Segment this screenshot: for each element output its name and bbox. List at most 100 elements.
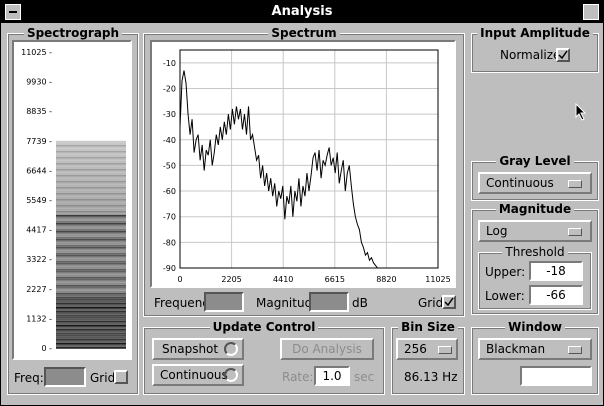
y-tick-label: -40: [163, 136, 176, 145]
continuous-button[interactable]: Continuous: [152, 364, 244, 386]
spectrograph-band: [56, 178, 126, 181]
spectrum-chart: 0 2205 4410 6615 8820 11025 -10 -20 -30 -40 -50 -60…: [163, 49, 451, 284]
spectrograph-band: [56, 272, 126, 275]
frequency-readout: [204, 292, 244, 312]
spectrograph-band: [56, 276, 126, 279]
bin-size-value: 256: [404, 342, 427, 356]
spectrograph-band: [56, 186, 126, 189]
menu-dash-icon: [9, 11, 17, 13]
x-tick-label: 8820: [376, 275, 396, 284]
magnitude-value: Log: [486, 224, 508, 238]
spectrograph-band: [56, 158, 126, 161]
spectrograph-band: [56, 280, 126, 283]
spectrograph-group: Spectrograph 11025 - 9930 - 8835 - 7739 - 66…: [7, 26, 139, 395]
spectrograph-band: [56, 176, 126, 179]
update-control-group: Update Control Snapshot Continuous Do An…: [143, 320, 385, 395]
spectrograph-tick-label: 7739 -: [26, 137, 52, 146]
spectrum-grid-checkbox[interactable]: [442, 295, 456, 309]
spectrograph-band: [56, 242, 126, 245]
rate-unit: sec: [354, 370, 375, 384]
spectrum-grid-label: Grid: [418, 296, 444, 310]
spectrograph-band: [56, 330, 126, 333]
bin-size-select[interactable]: 256: [396, 338, 458, 360]
magnitude-select[interactable]: Log: [478, 220, 592, 242]
spectrograph-band: [56, 162, 126, 165]
spectrograph-band: [56, 264, 126, 267]
window-select[interactable]: Blackman: [478, 338, 592, 360]
spectrograph-band: [56, 224, 126, 227]
spectrograph-display[interactable]: 11025 - 9930 - 8835 - 7739 - 6644 - 5549 - 441…: [12, 40, 132, 360]
window-group: Window Blackman: [471, 320, 599, 395]
spectrograph-band: [56, 302, 126, 305]
gray-level-select[interactable]: Continuous: [478, 172, 592, 194]
spectrograph-image: 11025 - 9930 - 8835 - 7739 - 6644 - 5549 - 441…: [21, 48, 126, 353]
gray-level-group: Gray Level Continuous: [471, 154, 599, 201]
mouse-pointer-icon: [575, 103, 587, 121]
spectrograph-band: [56, 192, 126, 195]
spectrograph-band: [56, 226, 126, 229]
continuous-label: Continuous: [160, 368, 228, 382]
spectrograph-band: [56, 314, 126, 317]
update-control-title: Update Control: [209, 320, 319, 334]
spectrograph-band: [56, 166, 126, 169]
y-tick-label: -60: [163, 187, 176, 196]
do-analysis-button[interactable]: Do Analysis: [280, 338, 374, 360]
window-title-label: Window: [505, 320, 565, 334]
spectrograph-band: [56, 282, 126, 285]
spectrograph-tick-label: 0 -: [41, 344, 52, 353]
spectrograph-band: [56, 326, 126, 329]
rate-input[interactable]: 1.0: [314, 366, 350, 386]
grid-label: Grid: [90, 371, 116, 385]
spectrograph-band: [56, 232, 126, 235]
spectrograph-band: [56, 228, 126, 231]
spectrograph-band: [56, 334, 126, 337]
analysis-window: Analysis Spectrograph 11025 - 9930 - 8835 …: [0, 0, 604, 406]
spectrum-series-line: [179, 70, 438, 269]
title-bar[interactable]: Analysis: [1, 1, 603, 23]
lower-threshold-input[interactable]: -66: [529, 285, 583, 305]
spectrograph-tick-label: 4417 -: [26, 226, 52, 235]
window-parameter-input[interactable]: [520, 366, 592, 386]
snapshot-button[interactable]: Snapshot: [152, 338, 244, 360]
magnitude-readout: [309, 292, 349, 312]
spectrograph-band: [56, 338, 126, 341]
spectrograph-band: [56, 198, 126, 201]
y-tick-label: -90: [163, 264, 176, 273]
spectrograph-band: [56, 250, 126, 253]
spectrograph-band: [56, 246, 126, 249]
spectrograph-band: [56, 214, 126, 217]
upper-threshold-input[interactable]: -18: [529, 261, 583, 281]
spectrograph-band: [56, 316, 126, 319]
spectrograph-tick-label: 11025 -: [21, 48, 52, 57]
spectrograph-band: [56, 332, 126, 335]
minimize-button[interactable]: [583, 4, 599, 20]
spectrograph-band: [56, 180, 126, 183]
window-menu-button[interactable]: [5, 4, 21, 20]
spectrograph-band: [56, 286, 126, 289]
threshold-title: Threshold: [502, 245, 568, 259]
bin-size-group: Bin Size 256 86.13 Hz: [391, 320, 465, 395]
x-tick-label: 0: [177, 275, 182, 284]
spectrograph-band: [56, 244, 126, 247]
normalize-checkbox[interactable]: [556, 48, 570, 62]
spectrograph-band: [56, 238, 126, 241]
spectrograph-band: [56, 230, 126, 233]
spectrograph-band: [56, 284, 126, 287]
spectrograph-grid-checkbox[interactable]: [114, 370, 128, 384]
spectrum-plot[interactable]: 0 2205 4410 6615 8820 11025 -10 -20 -30 -40 -50 -60…: [150, 40, 456, 288]
x-tick-label: 2205: [221, 275, 241, 284]
spectrograph-band: [56, 336, 126, 339]
spectrograph-band: [56, 200, 126, 203]
spectrograph-band: [56, 164, 126, 167]
spectrograph-band: [56, 344, 126, 347]
rate-label: Rate:: [282, 370, 314, 384]
y-tick-label: -80: [163, 238, 176, 247]
magnitude-group: Magnitude Log Threshold Upper: -18 Lower…: [471, 202, 599, 315]
lower-label: Lower:: [485, 289, 525, 303]
spectrograph-band: [56, 306, 126, 309]
spectrograph-band: [56, 212, 126, 215]
spectrograph-band: [56, 218, 126, 221]
y-tick-label: -10: [163, 59, 176, 68]
threshold-group: Threshold Upper: -18 Lower: -66: [478, 245, 592, 310]
window-value: Blackman: [486, 342, 546, 356]
